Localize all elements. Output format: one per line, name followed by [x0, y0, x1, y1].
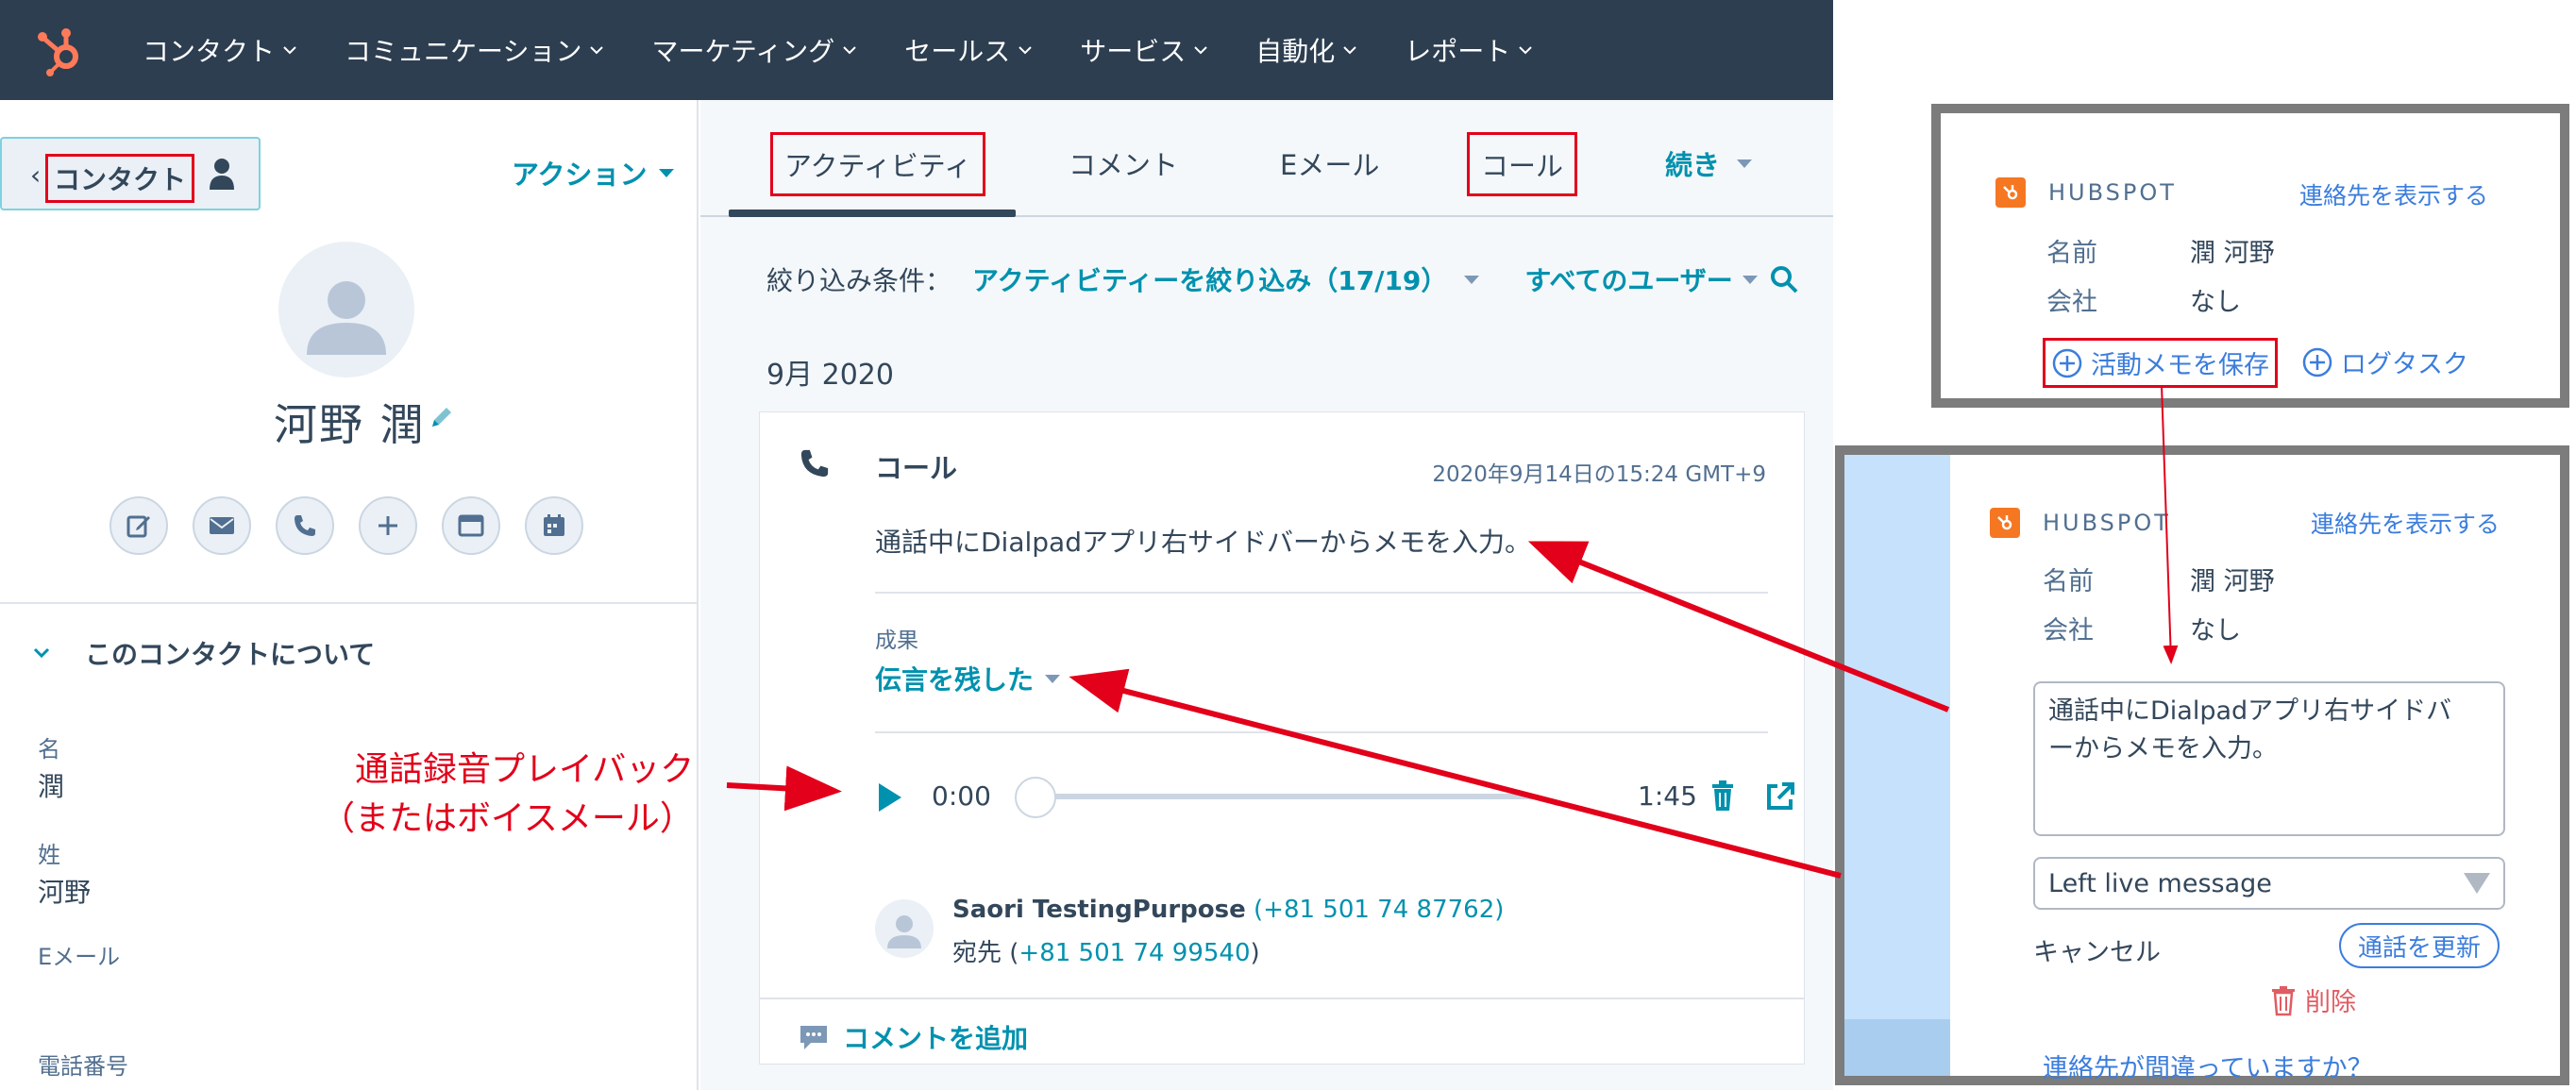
memo-arrow: [1527, 541, 1950, 713]
call-type-arrow: [1069, 668, 1842, 879]
recording-arrow: [726, 765, 842, 812]
annotation-arrows: [726, 384, 2179, 879]
connector-line: [2161, 384, 2179, 664]
